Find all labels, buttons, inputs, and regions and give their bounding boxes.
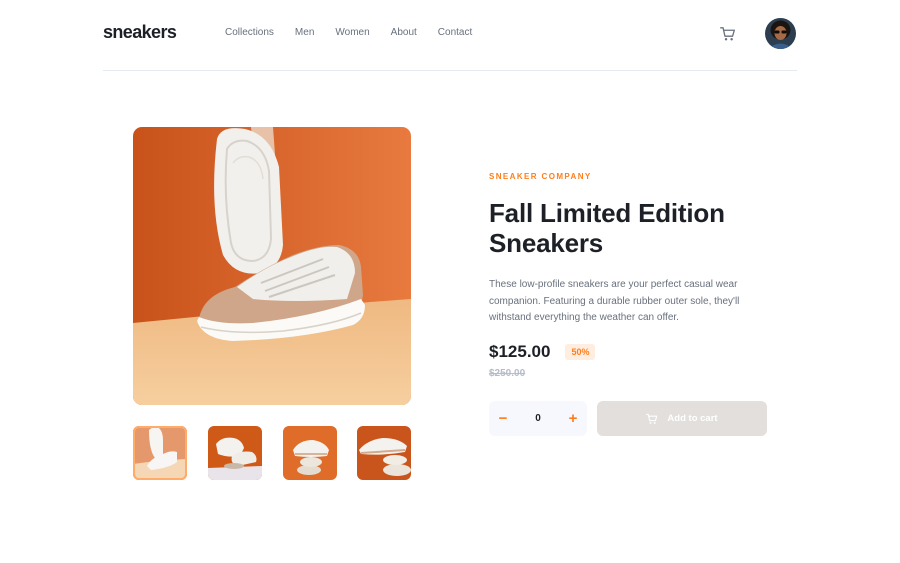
product-details: SNEAKER COMPANY Fall Limited Edition Sne… [489, 172, 789, 379]
site-header: sneakers Collections Men Women About Con… [103, 0, 797, 71]
add-to-cart-label: Add to cart [667, 413, 718, 424]
product-main-image[interactable] [133, 127, 411, 405]
decrease-quantity-button[interactable]: − [489, 401, 517, 436]
user-avatar[interactable] [765, 18, 796, 49]
thumbnail-strip [133, 426, 411, 480]
add-to-cart-button[interactable]: Add to cart [597, 401, 767, 436]
product-title: Fall Limited Edition Sneakers [489, 198, 725, 258]
quantity-stepper: − 0 + [489, 401, 587, 436]
thumbnail-1[interactable] [133, 426, 187, 480]
thumbnail-2[interactable] [208, 426, 262, 480]
increase-quantity-button[interactable]: + [559, 401, 587, 436]
nav-link-collections[interactable]: Collections [225, 27, 274, 38]
original-price: $250.00 [489, 368, 526, 379]
cart-icon[interactable] [720, 26, 736, 42]
nav-link-women[interactable]: Women [335, 27, 369, 38]
brand-logo[interactable]: sneakers [103, 22, 177, 43]
product-description: These low-profile sneakers are your perf… [489, 279, 740, 323]
quantity-value: 0 [535, 413, 541, 424]
cart-icon [646, 413, 658, 424]
nav-link-men[interactable]: Men [295, 27, 314, 38]
nav-link-contact[interactable]: Contact [438, 27, 472, 38]
thumbnail-3[interactable] [283, 426, 337, 480]
company-label: SNEAKER COMPANY [489, 172, 592, 181]
price-row: $125.00 50% [489, 342, 596, 362]
thumbnail-4[interactable] [357, 426, 411, 480]
current-price: $125.00 [489, 342, 551, 361]
nav-link-about[interactable]: About [391, 27, 417, 38]
discount-badge: 50% [565, 344, 596, 360]
main-nav: Collections Men Women About Contact [225, 27, 493, 38]
